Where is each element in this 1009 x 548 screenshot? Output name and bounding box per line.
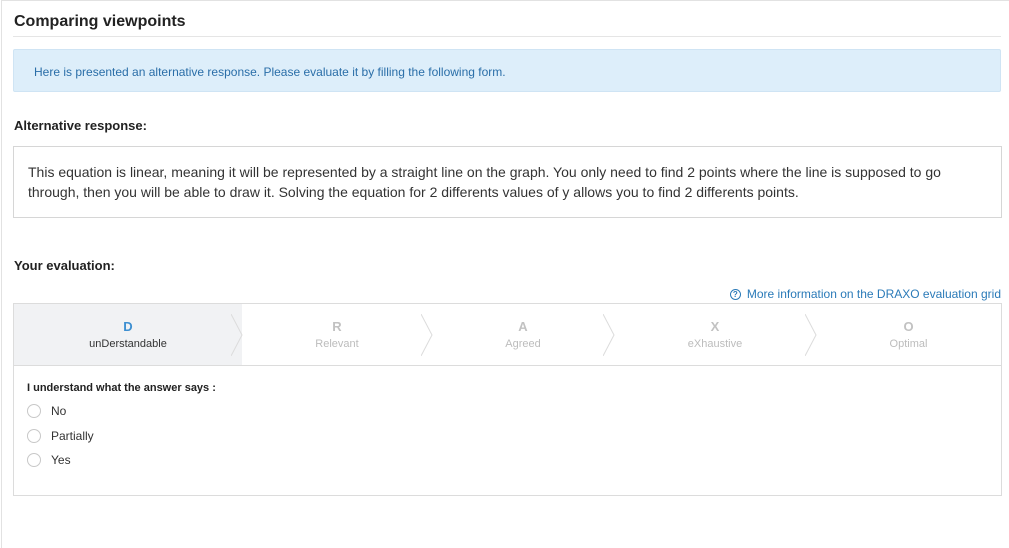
step-label: unDerstandable <box>89 338 167 350</box>
your-evaluation-label: Your evaluation: <box>14 258 115 273</box>
draxo-steps: D unDerstandable R Relevant A Agreed X e… <box>13 303 1002 366</box>
step-label: Agreed <box>505 338 541 350</box>
step-arrow-icon <box>805 314 817 356</box>
option-label: Partially <box>51 429 94 443</box>
radio-button[interactable] <box>27 453 41 467</box>
step-label: Optimal <box>889 338 928 350</box>
step-arrow-icon <box>603 314 615 356</box>
option-no[interactable]: No <box>27 404 66 418</box>
evaluation-question: I understand what the answer says : <box>27 382 216 394</box>
info-message: Here is presented an alternative respons… <box>34 65 506 79</box>
step-optimal[interactable]: O Optimal <box>816 304 1001 365</box>
option-label: Yes <box>51 453 71 467</box>
step-agreed[interactable]: A Agreed <box>432 304 615 365</box>
alternative-response-label: Alternative response: <box>14 118 147 133</box>
evaluation-panel: I understand what the answer says : No P… <box>13 365 1002 496</box>
radio-button[interactable] <box>27 429 41 443</box>
info-banner: Here is presented an alternative respons… <box>13 49 1001 92</box>
draxo-info-link[interactable]: ? More information on the DRAXO evaluati… <box>729 287 1001 301</box>
step-arrow-icon <box>231 314 243 356</box>
step-letter: R <box>332 319 342 334</box>
step-relevant[interactable]: R Relevant <box>242 304 433 365</box>
step-label: eXhaustive <box>687 338 743 350</box>
step-letter: X <box>710 319 720 334</box>
step-letter: O <box>903 319 914 334</box>
step-understandable[interactable]: D unDerstandable <box>14 304 243 365</box>
question-circle-icon: ? <box>729 288 741 300</box>
radio-button[interactable] <box>27 404 41 418</box>
title-divider <box>13 36 1001 37</box>
alternative-response-text: This equation is linear, meaning it will… <box>13 146 1002 218</box>
draxo-info-link-text: More information on the DRAXO evaluation… <box>746 287 1001 301</box>
option-partially[interactable]: Partially <box>27 429 94 443</box>
step-label: Relevant <box>315 338 359 350</box>
step-arrow-icon <box>421 314 433 356</box>
step-exhaustive[interactable]: X eXhaustive <box>614 304 817 365</box>
page-title: Comparing viewpoints <box>14 13 186 30</box>
option-yes[interactable]: Yes <box>27 453 71 467</box>
option-label: No <box>51 404 67 418</box>
step-letter: D <box>123 319 133 334</box>
step-letter: A <box>518 319 528 334</box>
